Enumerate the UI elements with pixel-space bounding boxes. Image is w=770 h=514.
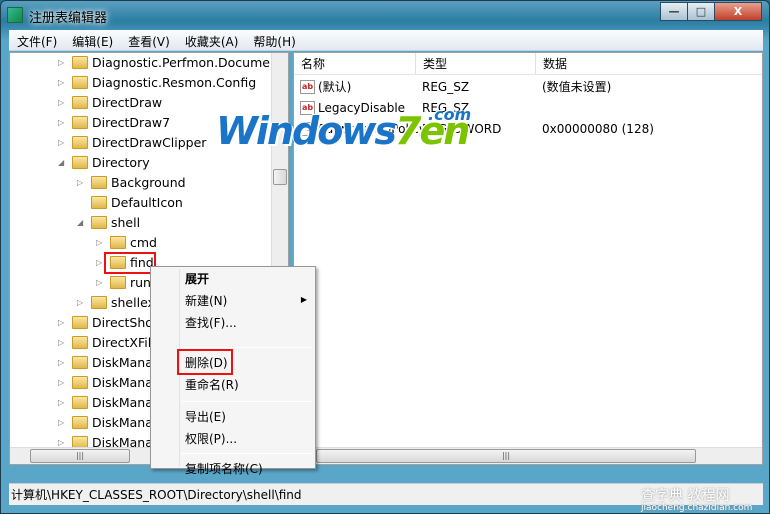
folder-icon bbox=[72, 56, 88, 69]
tree-node-label: Background bbox=[111, 175, 186, 190]
highlight-box bbox=[177, 349, 233, 375]
submenu-arrow-icon: ▶ bbox=[300, 295, 307, 304]
collapsed-arrow-icon[interactable]: ▷ bbox=[58, 73, 68, 93]
folder-icon bbox=[72, 116, 88, 129]
value-data: (数值未设置) bbox=[542, 80, 612, 94]
folder-icon bbox=[72, 76, 88, 89]
collapsed-arrow-icon[interactable]: ▷ bbox=[58, 373, 68, 393]
string-value-icon: ab bbox=[300, 80, 315, 94]
collapsed-arrow-icon[interactable]: ▷ bbox=[58, 393, 68, 413]
menu-separator bbox=[181, 401, 312, 402]
folder-icon bbox=[110, 236, 126, 249]
maximize-button[interactable]: □ bbox=[687, 2, 715, 21]
collapsed-arrow-icon[interactable]: ▷ bbox=[58, 93, 68, 113]
menu-help[interactable]: 帮助(H) bbox=[245, 30, 302, 50]
window-title: 注册表编辑器 bbox=[29, 11, 108, 26]
menu-separator bbox=[181, 453, 312, 454]
collapsed-arrow-icon[interactable]: ▷ bbox=[77, 173, 87, 193]
context-menu-item[interactable]: 重命名(R) bbox=[185, 375, 239, 395]
folder-icon bbox=[72, 396, 88, 409]
expanded-arrow-icon[interactable]: ◢ bbox=[58, 153, 68, 173]
scroll-thumb[interactable] bbox=[273, 169, 287, 185]
value-type: REG_SZ bbox=[422, 80, 470, 94]
folder-icon bbox=[91, 216, 107, 229]
minimize-button[interactable]: — bbox=[660, 2, 688, 21]
menu-favorites[interactable]: 收藏夹(A) bbox=[177, 30, 246, 50]
column-header-type[interactable]: 类型 bbox=[416, 53, 536, 75]
context-menu: 展开 新建(N) ▶ 查找(F)... 删除(D) 重命名(R) 导出(E) 权限(P)...… bbox=[150, 266, 316, 476]
menu-separator bbox=[181, 347, 312, 348]
tree-node-label: DiskMana bbox=[92, 375, 153, 390]
watermark-url: jiaocheng.chazidian.com bbox=[641, 503, 753, 513]
context-menu-item[interactable]: 权限(P)... bbox=[185, 429, 237, 449]
watermark-site: 查字典 教程网 bbox=[641, 488, 730, 504]
tree-node-label: DirectDraw7 bbox=[92, 115, 171, 130]
collapsed-arrow-icon[interactable]: ▷ bbox=[77, 293, 87, 313]
folder-icon bbox=[72, 316, 88, 329]
value-data: 0x00000080 (128) bbox=[542, 122, 654, 136]
value-row[interactable]: ab (默认) REG_SZ (数值未设置) bbox=[294, 77, 762, 98]
collapsed-arrow-icon[interactable]: ▷ bbox=[58, 313, 68, 333]
tree-node-label: shellex bbox=[111, 295, 155, 310]
tree-node-label: DirectDrawClipper bbox=[92, 135, 207, 150]
tree-node-label: DefaultIcon bbox=[111, 195, 183, 210]
tree-node-label: DiskMana bbox=[92, 395, 153, 410]
watermark-logo: Windows7en .com bbox=[216, 105, 472, 153]
folder-icon bbox=[91, 176, 107, 189]
folder-icon bbox=[91, 196, 107, 209]
close-button[interactable]: X bbox=[714, 2, 762, 21]
registry-editor-window: 注册表编辑器 — □ X 文件(F) 编辑(E) 查看(V) 收藏夹(A) 帮助(H) … bbox=[0, 0, 770, 514]
menu-file[interactable]: 文件(F) bbox=[9, 30, 64, 50]
tree-node-label: shell bbox=[111, 215, 141, 230]
tree-node-label: Diagnostic.Perfmon.Document bbox=[92, 55, 283, 70]
tree-node-label: cmd bbox=[130, 235, 157, 250]
values-horizontal-scrollbar[interactable]: ||| bbox=[294, 447, 762, 464]
menu-bar: 文件(F) 编辑(E) 查看(V) 收藏夹(A) 帮助(H) bbox=[9, 30, 763, 51]
value-name: (默认) bbox=[318, 80, 352, 94]
collapsed-arrow-icon[interactable]: ▷ bbox=[58, 53, 68, 73]
context-menu-item[interactable]: 新建(N) bbox=[185, 291, 227, 311]
tree-node-label: Directory bbox=[92, 155, 150, 170]
collapsed-arrow-icon[interactable]: ▷ bbox=[96, 273, 106, 293]
collapsed-arrow-icon[interactable]: ▷ bbox=[58, 333, 68, 353]
column-header-name[interactable]: 名称 bbox=[294, 53, 416, 75]
folder-icon bbox=[91, 296, 107, 309]
highlight-box bbox=[104, 252, 156, 274]
tree-node-label: DiskMana bbox=[92, 355, 153, 370]
menu-view[interactable]: 查看(V) bbox=[120, 30, 177, 50]
folder-icon bbox=[72, 156, 88, 169]
tree-node-label: Diagnostic.Resmon.Config bbox=[92, 75, 257, 90]
regedit-app-icon bbox=[7, 7, 23, 23]
collapsed-arrow-icon[interactable]: ▷ bbox=[96, 233, 106, 253]
menu-edit[interactable]: 编辑(E) bbox=[64, 30, 120, 50]
context-menu-item[interactable]: 导出(E) bbox=[185, 407, 226, 427]
collapsed-arrow-icon[interactable]: ▷ bbox=[58, 413, 68, 433]
context-menu-item[interactable]: 复制项名称(C) bbox=[185, 459, 263, 479]
folder-icon bbox=[72, 356, 88, 369]
tree-node-label: DiskMana bbox=[92, 415, 153, 430]
context-menu-item[interactable]: 展开 bbox=[185, 269, 209, 289]
tree-node-label: DirectXFile bbox=[92, 335, 159, 350]
scroll-thumb[interactable]: ||| bbox=[316, 449, 696, 463]
scroll-thumb[interactable]: ||| bbox=[30, 449, 130, 463]
folder-icon bbox=[72, 376, 88, 389]
context-menu-item[interactable]: 查找(F)... bbox=[185, 313, 237, 333]
tree-node-label: DirectDraw bbox=[92, 95, 163, 110]
column-header-data[interactable]: 数据 bbox=[536, 53, 762, 75]
folder-icon bbox=[72, 336, 88, 349]
folder-icon bbox=[72, 96, 88, 109]
folder-icon bbox=[110, 276, 126, 289]
tree-node-label: run bbox=[130, 275, 151, 290]
collapsed-arrow-icon[interactable]: ▷ bbox=[58, 353, 68, 373]
collapsed-arrow-icon[interactable]: ▷ bbox=[58, 133, 68, 153]
folder-icon bbox=[72, 416, 88, 429]
folder-icon bbox=[72, 136, 88, 149]
collapsed-arrow-icon[interactable]: ▷ bbox=[58, 113, 68, 133]
expanded-arrow-icon[interactable]: ◢ bbox=[77, 213, 87, 233]
